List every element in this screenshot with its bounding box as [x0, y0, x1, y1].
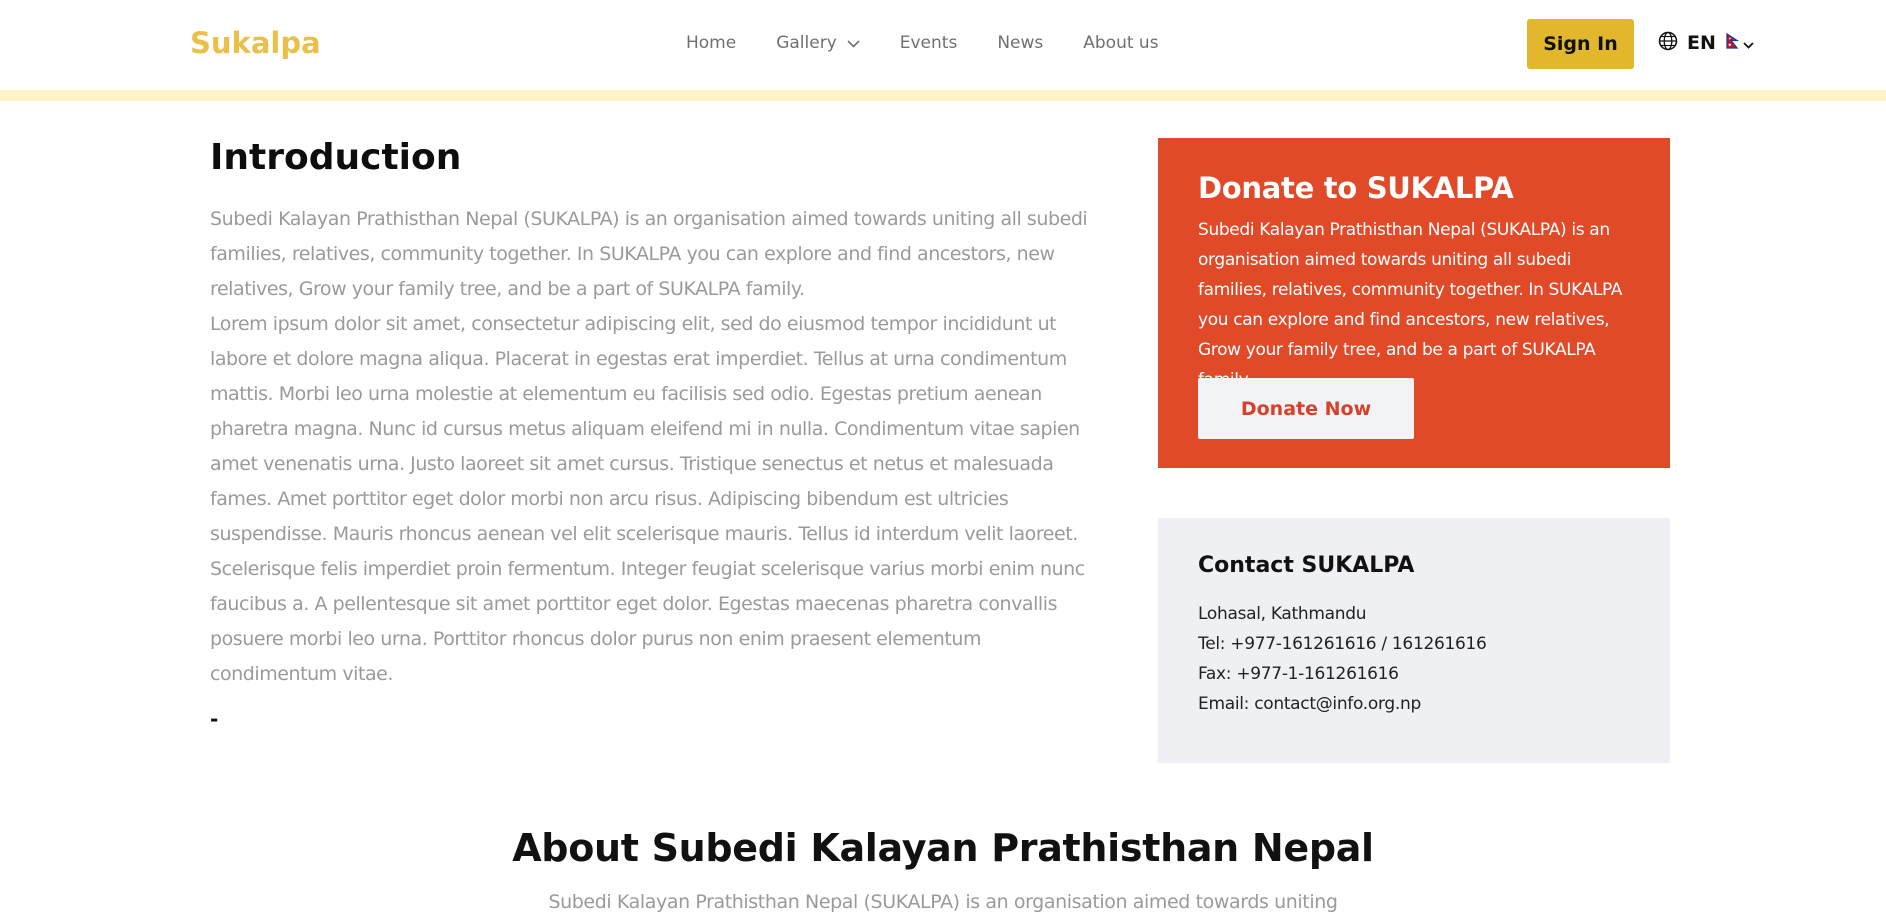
about-title: About Subedi Kalayan Prathisthan Nepal [0, 826, 1886, 870]
site-header: Sukalpa Home Gallery Events News About u… [0, 0, 1886, 90]
header-accent-strip [0, 90, 1886, 101]
contact-fax: Fax: +977-1-161261616 [1198, 664, 1399, 684]
chevron-down-icon [1743, 34, 1754, 53]
nav-about-us[interactable]: About us [1083, 33, 1158, 53]
about-title-bold: About [512, 826, 639, 870]
nav-home-label: Home [686, 33, 737, 53]
intro-body: Subedi Kalayan Prathisthan Nepal (SUKALP… [210, 202, 1090, 692]
nav-news[interactable]: News [997, 33, 1043, 53]
nav-gallery-label: Gallery [776, 33, 837, 53]
donate-card: Donate to SUKALPA Subedi Kalayan Prathis… [1158, 138, 1670, 468]
chevron-down-icon [847, 33, 860, 53]
contact-card: Contact SUKALPA Lohasal, Kathmandu Tel: … [1158, 518, 1670, 763]
main-nav: Home Gallery Events News About us [686, 33, 1159, 53]
contact-tel: Tel: +977-161261616 / 161261616 [1198, 634, 1487, 654]
intro-title: Introduction [210, 137, 462, 178]
language-selector[interactable]: EN [1658, 31, 1754, 55]
site-logo[interactable]: Sukalpa [190, 26, 321, 60]
intro-paragraph: Lorem ipsum dolor sit amet, consectetur … [210, 313, 1085, 685]
nav-gallery[interactable]: Gallery [776, 33, 860, 53]
nav-events[interactable]: Events [900, 33, 958, 53]
intro-paragraph: Subedi Kalayan Prathisthan Nepal (SUKALP… [210, 208, 1088, 300]
donate-now-button[interactable]: Donate Now [1198, 378, 1414, 439]
nav-home[interactable]: Home [686, 33, 736, 53]
nav-about-us-label: About us [1083, 33, 1159, 53]
nav-events-label: Events [899, 33, 958, 53]
donate-text: Subedi Kalayan Prathisthan Nepal (SUKALP… [1198, 220, 1623, 390]
nepal-flag-icon [1726, 32, 1740, 53]
nav-news-label: News [997, 33, 1044, 53]
sign-in-button[interactable]: Sign In [1527, 19, 1634, 69]
language-code: EN [1687, 32, 1716, 54]
contact-title: Contact SUKALPA [1198, 553, 1415, 578]
about-title-rest: Subedi Kalayan Prathisthan Nepal [638, 826, 1375, 870]
donate-title: Donate to SUKALPA [1198, 171, 1514, 205]
contact-address: Lohasal, Kathmandu [1198, 604, 1367, 624]
about-text: Subedi Kalayan Prathisthan Nepal (SUKALP… [548, 891, 1338, 913]
contact-email: Email: contact@info.org.np [1198, 694, 1421, 714]
globe-icon [1658, 31, 1678, 55]
intro-trailing-dash: - [210, 707, 219, 731]
